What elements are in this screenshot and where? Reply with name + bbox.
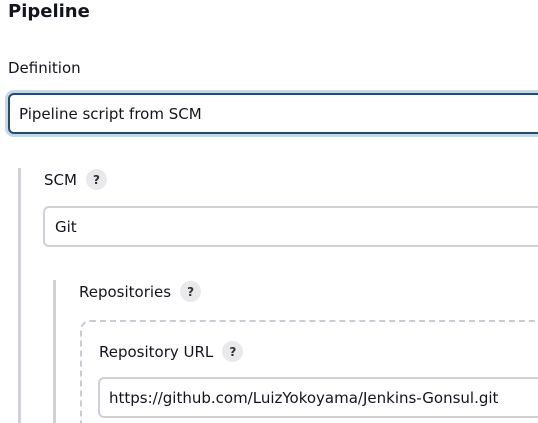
scm-help-icon[interactable]: ? [85,169,107,190]
repositories-label: Repositories ? [79,281,202,302]
definition-label-text: Definition [8,59,81,77]
scm-label: SCM ? [44,169,107,190]
pipeline-config-page: Pipeline Definition Pipeline script from… [0,0,538,423]
definition-label: Definition [8,58,81,78]
repositories-label-text: Repositories [79,282,172,301]
repository-url-input[interactable]: https://github.com/LuizYokoyama/Jenkins-… [98,377,538,418]
scm-section-indent-bar [18,168,21,423]
repository-url-help-icon[interactable]: ? [222,341,244,362]
definition-select[interactable]: Pipeline script from SCM [8,93,538,134]
repositories-help-icon[interactable]: ? [180,281,202,302]
repository-url-label: Repository URL ? [99,341,244,362]
repository-url-label-text: Repository URL [99,342,214,361]
section-title: Pipeline [8,1,90,22]
scm-select[interactable]: Git [43,206,538,247]
repositories-section-indent-bar [53,280,56,423]
scm-label-text: SCM [44,170,77,189]
